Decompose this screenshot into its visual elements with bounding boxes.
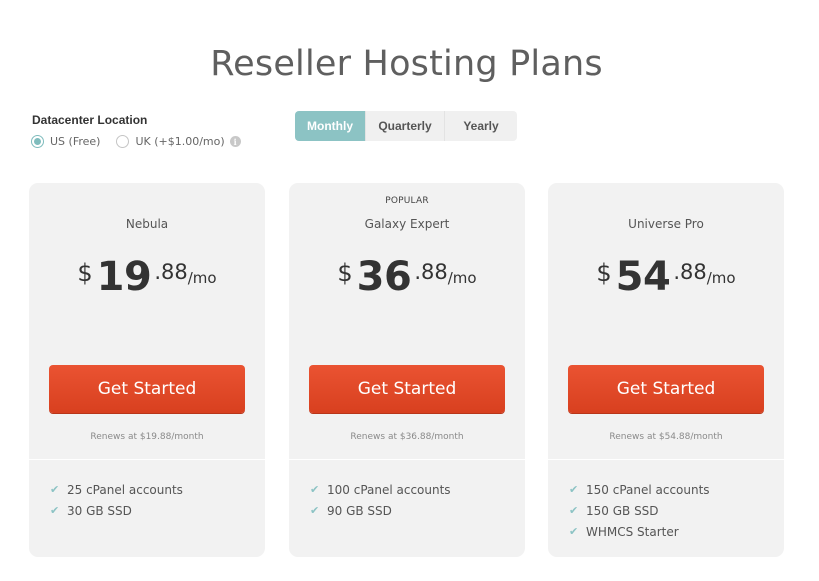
feature-list: ✔ 150 cPanel accounts ✔ 150 GB SSD ✔ WHMCS … xyxy=(569,479,710,542)
plan-price: $ 54 .88 /mo xyxy=(548,255,784,299)
feature-label: 30 GB SSD xyxy=(67,503,132,518)
price-currency: $ xyxy=(596,259,612,287)
feature-label: WHMCS Starter xyxy=(586,524,679,539)
price-whole: 19 xyxy=(96,254,152,300)
feature-label: 90 GB SSD xyxy=(327,503,392,518)
price-period: /mo xyxy=(706,269,736,287)
datacenter-option-uk-label: UK (+$1.00/mo) xyxy=(135,135,225,148)
radio-uk[interactable] xyxy=(116,135,130,148)
billing-period-toggle: Monthly Quarterly Yearly xyxy=(295,111,517,141)
price-currency: $ xyxy=(337,259,353,287)
price-whole: 54 xyxy=(615,254,671,300)
billing-quarterly-tab[interactable]: Quarterly xyxy=(366,111,445,141)
check-icon: ✔ xyxy=(50,483,60,496)
plan-name: Universe Pro xyxy=(628,217,704,231)
price-whole: 36 xyxy=(356,254,412,300)
datacenter-options: US (Free) UK (+$1.00/mo) i xyxy=(31,135,241,148)
card-divider xyxy=(289,459,525,460)
radio-us[interactable] xyxy=(31,135,44,148)
check-icon: ✔ xyxy=(50,504,60,517)
datacenter-option-us-label: US (Free) xyxy=(50,135,101,148)
renewal-note: Renews at $19.88/month xyxy=(90,432,204,442)
page-title: Reseller Hosting Plans xyxy=(210,44,603,84)
get-started-button[interactable]: Get Started xyxy=(568,365,764,413)
feature-label: 25 cPanel accounts xyxy=(67,482,183,497)
feature-label: 100 cPanel accounts xyxy=(327,482,451,497)
plan-card-galaxy-expert: POPULAR Galaxy Expert $ 36 .88 /mo Get S… xyxy=(289,183,525,557)
feature-item: ✔ 100 cPanel accounts xyxy=(310,479,451,500)
renewal-note: Renews at $54.88/month xyxy=(609,432,723,442)
datacenter-label: Datacenter Location xyxy=(32,113,148,127)
price-fraction: .88 xyxy=(673,260,707,284)
datacenter-option-us[interactable]: US (Free) xyxy=(31,135,100,148)
price-currency: $ xyxy=(77,259,93,287)
feature-label: 150 cPanel accounts xyxy=(586,482,710,497)
card-divider xyxy=(548,459,784,460)
check-icon: ✔ xyxy=(310,504,320,517)
feature-list: ✔ 25 cPanel accounts ✔ 30 GB SSD xyxy=(50,479,183,521)
feature-item: ✔ 25 cPanel accounts xyxy=(50,479,183,500)
plan-name: Nebula xyxy=(125,217,169,231)
check-icon: ✔ xyxy=(569,525,579,538)
plan-price: $ 19 .88 /mo xyxy=(29,255,265,299)
feature-item: ✔ 30 GB SSD xyxy=(50,500,183,521)
check-icon: ✔ xyxy=(569,504,579,517)
get-started-button[interactable]: Get Started xyxy=(49,365,245,413)
info-icon[interactable]: i xyxy=(229,136,241,147)
plan-card-nebula: Nebula $ 19 .88 /mo Get Started Renews a… xyxy=(29,183,265,557)
plan-price: $ 36 .88 /mo xyxy=(289,255,525,299)
price-period: /mo xyxy=(187,269,217,287)
price-period: /mo xyxy=(447,269,477,287)
feature-item: ✔ 90 GB SSD xyxy=(310,500,451,521)
plan-name: Galaxy Expert xyxy=(364,217,450,231)
feature-item: ✔ 150 cPanel accounts xyxy=(569,479,710,500)
check-icon: ✔ xyxy=(569,483,579,496)
datacenter-option-uk[interactable]: UK (+$1.00/mo) i xyxy=(116,135,241,148)
check-icon: ✔ xyxy=(310,483,320,496)
popular-badge: POPULAR xyxy=(385,196,429,206)
billing-monthly-tab[interactable]: Monthly xyxy=(295,111,366,141)
renewal-note: Renews at $36.88/month xyxy=(350,432,464,442)
price-fraction: .88 xyxy=(414,260,448,284)
feature-list: ✔ 100 cPanel accounts ✔ 90 GB SSD xyxy=(310,479,451,521)
feature-item: ✔ 150 GB SSD xyxy=(569,500,710,521)
feature-item: ✔ WHMCS Starter xyxy=(569,521,710,542)
billing-yearly-tab[interactable]: Yearly xyxy=(445,111,517,141)
feature-label: 150 GB SSD xyxy=(586,503,659,518)
price-fraction: .88 xyxy=(154,260,188,284)
get-started-button[interactable]: Get Started xyxy=(309,365,505,413)
plan-card-universe-pro: Universe Pro $ 54 .88 /mo Get Started Re… xyxy=(548,183,784,557)
card-divider xyxy=(29,459,265,460)
